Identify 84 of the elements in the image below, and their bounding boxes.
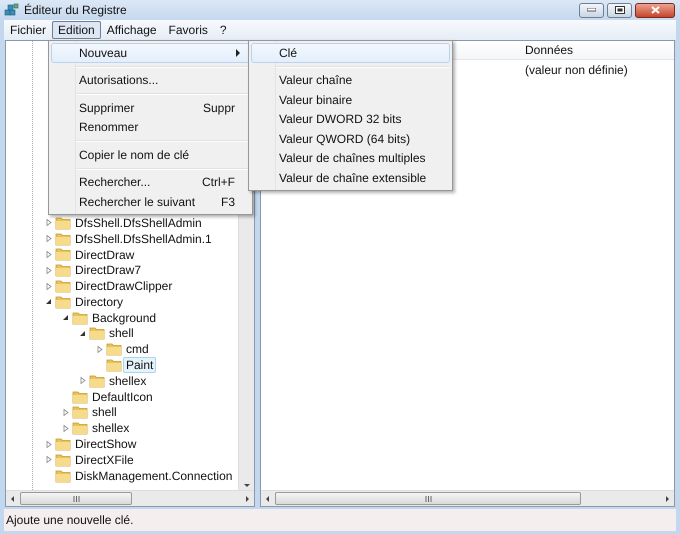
collapsed-triangle-icon[interactable]	[44, 455, 53, 464]
tree-item[interactable]: shellex	[89, 420, 132, 436]
folder-icon	[89, 326, 105, 340]
menu-bar-item[interactable]: ?	[214, 21, 233, 39]
menu-item[interactable]: Copier le nom de clé	[51, 145, 250, 164]
expanded-triangle-icon[interactable]	[61, 313, 70, 322]
tree-item[interactable]: shell	[106, 325, 137, 342]
minimize-button[interactable]	[579, 2, 604, 18]
grip-icon	[424, 496, 432, 502]
folder-icon	[55, 294, 71, 309]
close-button[interactable]	[635, 2, 675, 18]
menu-item[interactable]: Valeur QWORD (64 bits)	[251, 129, 450, 148]
collapsed-triangle-icon[interactable]	[44, 250, 53, 259]
grip-icon	[72, 496, 80, 502]
window-title: Éditeur du Registre	[24, 2, 127, 19]
collapsed-triangle-icon[interactable]	[44, 282, 53, 291]
folder-icon	[89, 374, 105, 388]
tree-item[interactable]: DiskManagement.Connection	[72, 468, 236, 484]
status-text: Ajoute une nouvelle clé.	[6, 512, 134, 529]
scrollbar-thumb[interactable]	[20, 492, 132, 505]
tree-item[interactable]: DirectDraw7	[72, 262, 144, 278]
menu-item[interactable]: Supprimer Suppr	[51, 98, 250, 118]
menu-item[interactable]: Valeur chaîne	[251, 70, 450, 90]
tree-item[interactable]: DefaultIcon	[89, 388, 156, 405]
expanded-triangle-icon[interactable]	[44, 297, 53, 306]
tree-item[interactable]: DfsShell.DfsShellAdmin	[72, 214, 205, 231]
folder-icon	[55, 452, 71, 467]
menu-item[interactable]: Rechercher le suivant F3	[51, 192, 250, 212]
menu-bar-item[interactable]: Fichier	[4, 21, 52, 39]
folder-icon	[72, 310, 88, 325]
folder-icon	[72, 390, 88, 404]
tree-item[interactable]: DirectShow	[72, 436, 140, 452]
collapsed-triangle-icon[interactable]	[44, 440, 53, 449]
scrollbar-thumb[interactable]	[275, 492, 581, 505]
tree-item[interactable]: DirectXFile	[72, 452, 137, 468]
folder-icon	[55, 232, 71, 246]
menu-item[interactable]: Renommer	[51, 118, 250, 137]
column-header[interactable]: Données	[523, 41, 576, 59]
close-icon	[650, 6, 660, 14]
folder-icon	[106, 342, 122, 356]
horizontal-scrollbar[interactable]	[6, 490, 254, 506]
tree-item[interactable]: shell	[89, 404, 120, 420]
tree-item[interactable]: cmd	[123, 341, 152, 358]
tree-item[interactable]: Directory	[72, 294, 126, 310]
collapsed-triangle-icon[interactable]	[95, 344, 104, 354]
tree-item[interactable]: DirectDraw	[72, 246, 138, 262]
menu-bar-item[interactable]: Affichage	[100, 21, 163, 39]
collapsed-triangle-icon[interactable]	[61, 424, 70, 433]
minimize-icon	[587, 8, 596, 12]
collapsed-triangle-icon[interactable]	[44, 266, 53, 275]
tree-item[interactable]: DirectDrawClipper	[72, 278, 176, 294]
collapsed-triangle-icon[interactable]	[61, 408, 70, 417]
tree-item[interactable]: Paint	[123, 357, 156, 374]
folder-icon	[72, 405, 88, 420]
menu-bar-item[interactable]: Favoris	[162, 21, 214, 39]
menu-bar-item[interactable]: Edition	[52, 21, 101, 39]
menu-item[interactable]: Clé	[251, 43, 450, 62]
folder-icon	[72, 421, 88, 436]
folder-icon	[55, 263, 71, 278]
menu-item[interactable]: Rechercher... Ctrl+F	[51, 172, 250, 192]
folder-icon	[55, 279, 71, 294]
tree-item[interactable]: shellex	[106, 372, 150, 389]
tree-item[interactable]: DfsShell.DfsShellAdmin.1	[72, 230, 215, 247]
cubes-icon	[4, 2, 20, 18]
folder-icon	[55, 437, 71, 452]
tree-item[interactable]: Background	[89, 310, 160, 326]
horizontal-scrollbar[interactable]	[261, 490, 674, 506]
collapsed-triangle-icon[interactable]	[44, 234, 53, 244]
table-cell-text: (valeur non définie)	[524, 62, 629, 79]
menu-item[interactable]: Valeur de chaînes multiples	[251, 148, 450, 168]
collapsed-triangle-icon[interactable]	[44, 218, 53, 228]
menu-item[interactable]: Valeur binaire	[251, 90, 450, 110]
menu-item[interactable]: Autorisations...	[51, 70, 250, 90]
collapsed-triangle-icon[interactable]	[78, 376, 87, 386]
folder-icon	[55, 247, 71, 262]
folder-icon	[55, 468, 71, 483]
menu-item[interactable]: Valeur de chaîne extensible	[251, 168, 450, 188]
folder-icon	[55, 216, 71, 230]
folder-icon	[106, 358, 122, 372]
maximize-button[interactable]	[607, 2, 632, 18]
expanded-triangle-icon[interactable]	[78, 328, 87, 338]
menu-item[interactable]: Nouveau	[51, 43, 250, 62]
maximize-icon	[614, 6, 624, 14]
menu-item[interactable]: Valeur DWORD 32 bits	[251, 110, 450, 129]
